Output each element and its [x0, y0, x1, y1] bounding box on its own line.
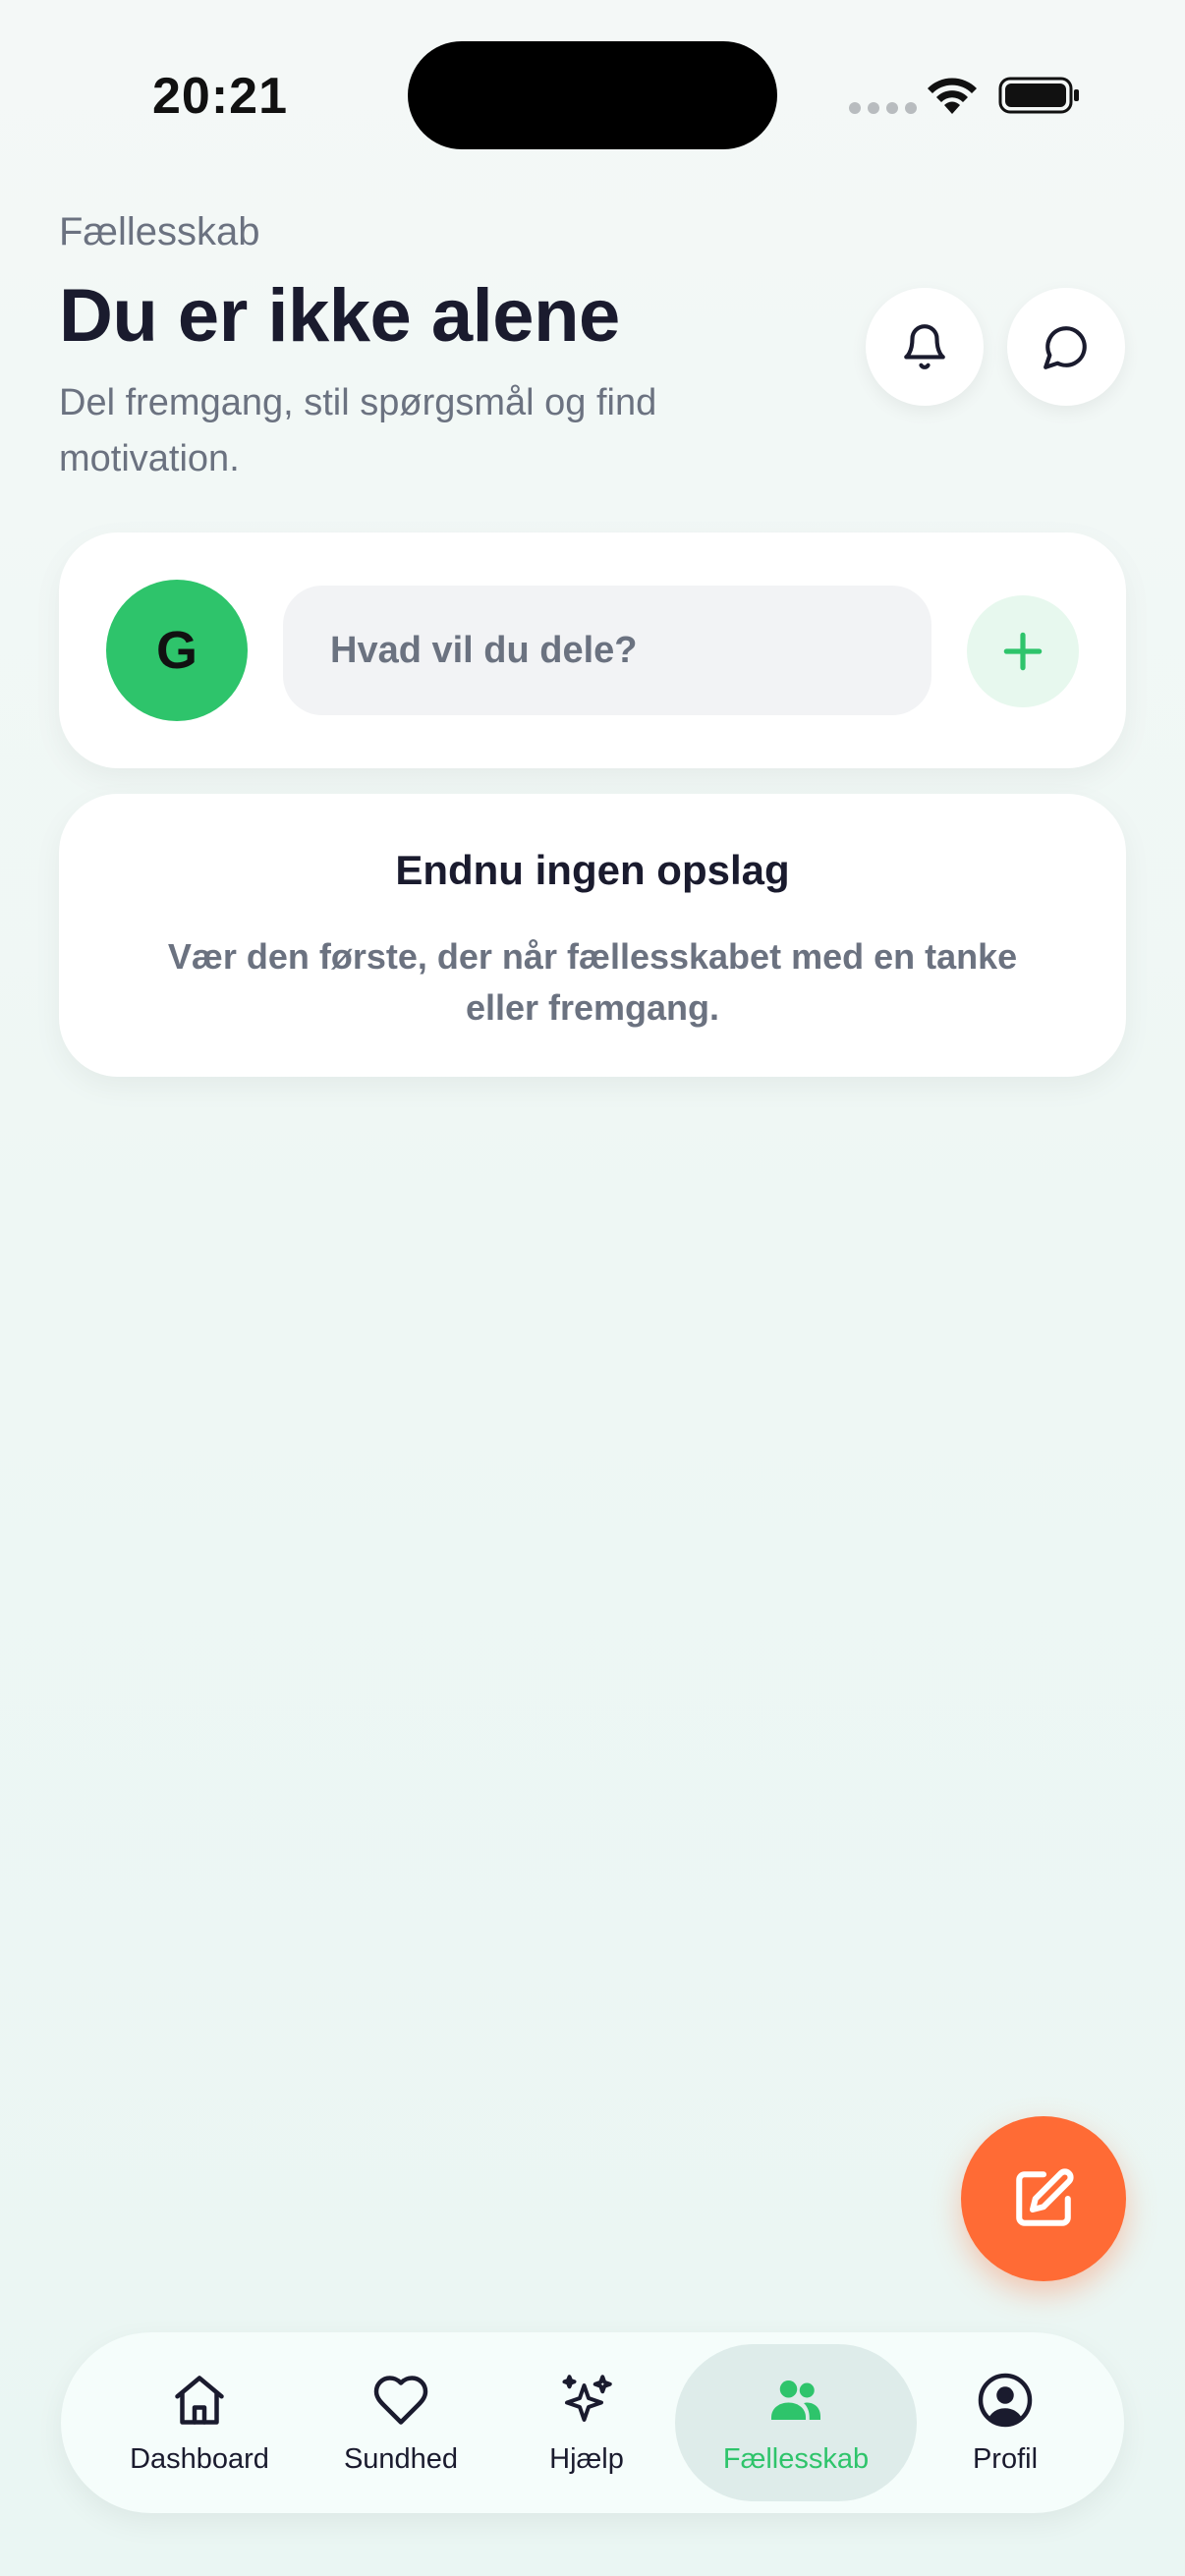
empty-state-card: Endnu ingen opslag Vær den første, der n…	[59, 794, 1126, 1077]
heart-icon	[373, 2375, 428, 2425]
user-circle-icon	[978, 2373, 1033, 2427]
avatar[interactable]: G	[106, 580, 248, 721]
notifications-button[interactable]	[866, 288, 984, 406]
nav-item-dashboard[interactable]: Dashboard	[86, 2344, 312, 2501]
plus-icon	[1003, 632, 1043, 671]
empty-state-title: Endnu ingen opslag	[395, 847, 790, 893]
page-subtitle: Del fremgang, stil spørgsmål og find mot…	[59, 382, 657, 479]
nav-label-profil: Profil	[972, 2442, 1039, 2475]
chat-bubble-icon	[1044, 326, 1087, 369]
nav-label-sundhed: Sundhed	[343, 2442, 459, 2475]
post-composer-card: G	[59, 532, 1126, 768]
nav-item-profil[interactable]: Profil	[892, 2344, 1118, 2501]
compose-icon	[1016, 2168, 1074, 2226]
sparkles-icon	[562, 2374, 612, 2422]
bell-icon	[904, 324, 945, 369]
dynamic-island	[408, 41, 777, 149]
add-post-button[interactable]	[967, 595, 1079, 707]
nav-label-dashboard: Dashboard	[130, 2442, 269, 2475]
bottom-nav: Dashboard Sundhed Hjælp Fællesskab Profi…	[61, 2332, 1124, 2513]
battery-icon	[998, 77, 1079, 114]
page-title: Du er ikke alene	[59, 274, 620, 358]
empty-state-text: Vær den første, der når fællesskabet med…	[167, 936, 1018, 1028]
cellular-signal-icon	[849, 102, 917, 114]
nav-label-faellesskab: Fællesskab	[722, 2442, 870, 2475]
page-eyebrow: Fællesskab	[59, 210, 260, 253]
nav-item-faellesskab[interactable]: Fællesskab	[675, 2344, 917, 2501]
post-input[interactable]	[283, 586, 931, 715]
home-icon	[175, 2375, 224, 2425]
people-icon	[771, 2380, 820, 2420]
nav-label-hjaelp: Hjælp	[549, 2442, 624, 2475]
nav-item-hjaelp[interactable]: Hjælp	[474, 2344, 700, 2501]
messages-button[interactable]	[1007, 288, 1125, 406]
compose-fab-button[interactable]	[961, 2116, 1126, 2281]
status-time: 20:21	[152, 68, 288, 125]
wifi-icon	[928, 78, 977, 114]
